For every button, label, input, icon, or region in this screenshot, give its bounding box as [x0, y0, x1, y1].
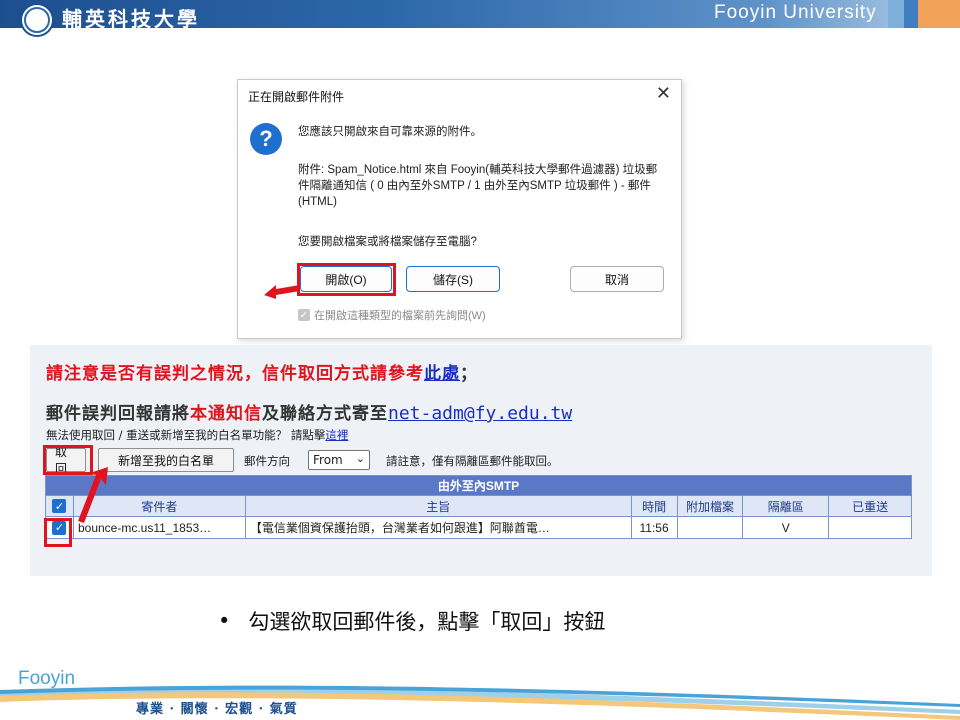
notice-text: 請注意是否有誤判之情況，信件取回方式請參考 [46, 364, 424, 384]
save-button[interactable]: 儲存(S) [406, 266, 500, 292]
report-line: 郵件誤判回報請將本通知信及聯絡方式寄至net-adm@fy.edu.tw [46, 399, 572, 424]
ask-before-open-label: 在開啟這種類型的檔案前先詢問(W) [314, 310, 486, 322]
row-subject: 【電信業個資保護抬頭，台灣業者如何跟進】阿聯酋電… [244, 516, 632, 539]
dialog-title: 正在開啟郵件附件 [248, 90, 345, 104]
table-banner: 由外至內SMTP [45, 475, 912, 496]
attachment-description: 附件: Spam_Notice.html 來自 Fooyin(輔英科技大學郵件過… [298, 164, 658, 208]
col-quarantine: 隔離區 [742, 495, 830, 517]
header-accent-block [918, 0, 960, 28]
header-accent-block [904, 0, 918, 28]
retrieve-note: 請註意，僅有隔離區郵件能取回。 [386, 454, 559, 468]
close-icon[interactable]: ✕ [656, 83, 671, 104]
open-or-save-question: 您要開啟檔案或將檔案儲存至電腦? [298, 236, 477, 248]
notice-end: ； [460, 364, 478, 384]
direction-label: 郵件方向 [244, 454, 290, 468]
university-name-cn: 輔英科技大學 [62, 7, 200, 31]
help-line: 無法使用取回 / 重送或新增至我的白名單功能？ 請點擊這裡 [46, 427, 348, 443]
direction-select[interactable]: From ⌄ [308, 450, 370, 470]
row-quarantine: V [742, 516, 830, 539]
report-text-2: 及聯絡方式寄至 [262, 404, 388, 424]
bullet-icon: • [218, 609, 231, 633]
university-logo [20, 3, 54, 37]
university-name-en: Fooyin University [714, 2, 877, 23]
select-all-checkbox[interactable]: ✓ [52, 499, 67, 514]
open-attachment-dialog: 正在開啟郵件附件 ✕ ? 您應該只開啟來自可靠來源的附件。 附件: Spam_N… [237, 79, 682, 339]
question-icon: ? [250, 123, 282, 155]
help-text: 無法使用取回 / 重送或新增至我的白名單功能？ 請點擊 [46, 428, 326, 442]
col-subject: 主旨 [244, 495, 632, 517]
instruction-bullet: • 勾選欲取回郵件後，點擊「取回」按鈕 [218, 606, 605, 636]
add-to-whitelist-button[interactable]: 新增至我的白名單 [98, 448, 234, 472]
col-time: 時間 [630, 495, 678, 517]
col-resent: 已重送 [828, 495, 912, 517]
quarantine-table: 由外至內SMTP ✓ 寄件者 主旨 時間 附加檔案 隔離區 已重送 ✓ boun… [45, 475, 912, 539]
open-button-highlight [297, 263, 396, 296]
report-red-text: 本通知信 [190, 404, 262, 424]
select-all-cell[interactable]: ✓ [45, 495, 74, 517]
row-attachment [676, 516, 744, 539]
notice-link[interactable]: 此處 [424, 364, 460, 384]
cancel-button[interactable]: 取消 [570, 266, 664, 292]
chevron-down-icon: ⌄ [355, 452, 365, 465]
report-text: 郵件誤判回報請將 [46, 404, 190, 424]
direction-value: From [313, 453, 343, 467]
row-checkbox-highlight [44, 518, 72, 547]
table-row[interactable]: ✓ bounce-mc.us11_1853… 【電信業個資保護抬頭，台灣業者如何… [45, 516, 912, 539]
quarantine-panel: 請注意是否有誤判之情況，信件取回方式請參考此處； 郵件誤判回報請將本通知信及聯絡… [30, 345, 932, 576]
trust-message: 您應該只開啟來自可靠來源的附件。 [298, 126, 482, 138]
header-accent-block [888, 0, 904, 28]
row-resent [828, 516, 912, 539]
red-arrow-icon [264, 285, 300, 299]
checkmark-icon: ✓ [298, 309, 310, 321]
col-attachment: 附加檔案 [676, 495, 744, 517]
help-link[interactable]: 這裡 [325, 428, 348, 442]
row-time: 11:56 [630, 516, 678, 539]
report-email-link[interactable]: net-adm@fy.edu.tw [388, 403, 572, 424]
red-arrow-icon [78, 467, 108, 523]
ask-before-open-checkbox[interactable]: ✓ 在開啟這種類型的檔案前先詢問(W) [298, 307, 486, 323]
notice-line: 請注意是否有誤判之情況，信件取回方式請參考此處； [46, 359, 478, 384]
footer-motto: 專業 · 關懷 · 宏觀 · 氣質 [136, 702, 298, 717]
instruction-text: 勾選欲取回郵件後，點擊「取回」按鈕 [248, 610, 606, 634]
